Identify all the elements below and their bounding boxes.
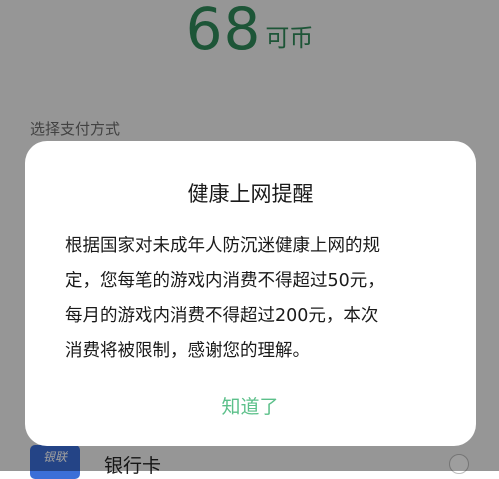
acknowledge-button[interactable]: 知道了 xyxy=(200,390,300,424)
dialog-message-line: 定，您每笔的游戏内消费不得超过50元， xyxy=(65,271,385,291)
dialog-message-line: 消费将被限制，感谢您的理解。 xyxy=(65,341,310,361)
dialog-message-line: 每月的游戏内消费不得超过200元，本次 xyxy=(65,306,379,326)
dialog-message-line: 根据国家对未成年人防沉迷健康上网的规 xyxy=(65,236,380,256)
dialog-message: 根据国家对未成年人防沉迷健康上网的规 定，您每笔的游戏内消费不得超过50元， 每… xyxy=(65,229,445,369)
health-reminder-dialog: 健康上网提醒 根据国家对未成年人防沉迷健康上网的规 定，您每笔的游戏内消费不得超… xyxy=(25,141,476,446)
dialog-title: 健康上网提醒 xyxy=(187,182,314,206)
